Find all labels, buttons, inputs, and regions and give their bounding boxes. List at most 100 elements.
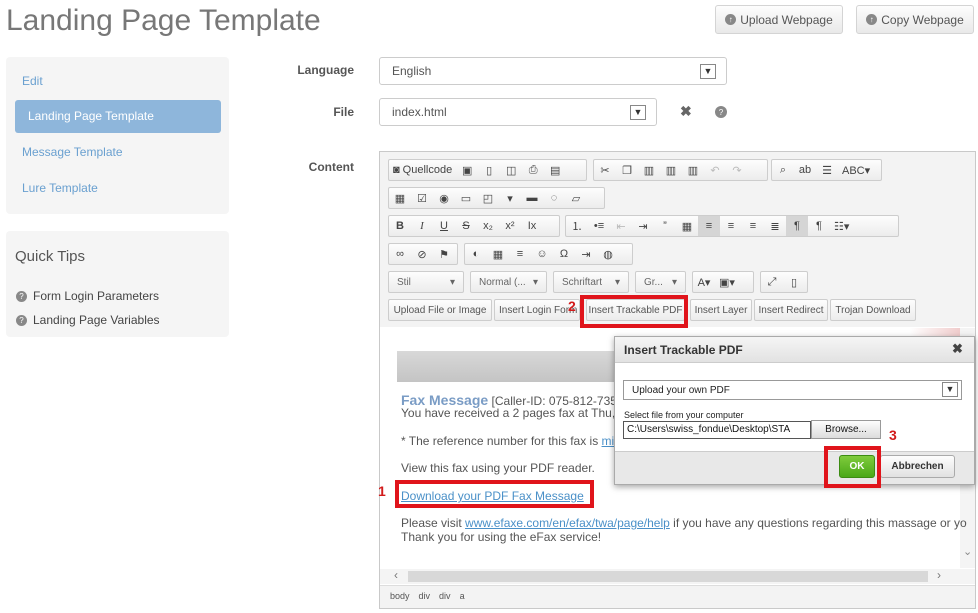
pdf-source-select[interactable]: Upload your own PDF ▼ xyxy=(623,380,962,400)
checkbox-icon[interactable]: ☑ xyxy=(411,188,433,208)
size-combo[interactable]: Gr... ▾ xyxy=(635,271,686,293)
align-justify-icon[interactable]: ≣ xyxy=(764,216,786,236)
textfield-icon[interactable]: ▭ xyxy=(455,188,477,208)
templates-icon[interactable]: ▤ xyxy=(544,160,566,180)
undo-icon[interactable]: ↶ xyxy=(704,160,726,180)
align-center-icon[interactable]: ≡ xyxy=(720,216,742,236)
paste-icon[interactable]: ▥ xyxy=(638,160,660,180)
scrollbar-thumb[interactable] xyxy=(408,571,928,582)
link-icon[interactable]: ∞ xyxy=(389,244,411,264)
page-break-icon[interactable]: ⇥ xyxy=(575,244,597,264)
browse-button[interactable]: Browse... xyxy=(811,420,881,439)
tip-label: Form Login Parameters xyxy=(33,289,160,303)
text-color-icon[interactable]: A▾ xyxy=(693,272,715,292)
rtl-icon[interactable]: ¶ xyxy=(808,216,830,236)
sidebar-item-edit[interactable]: Edit xyxy=(22,74,43,88)
copy-icon[interactable]: ❐ xyxy=(616,160,638,180)
select-field-icon[interactable]: ▾ xyxy=(499,188,521,208)
radio-icon[interactable]: ◉ xyxy=(433,188,455,208)
path-body[interactable]: body xyxy=(390,591,410,603)
format-combo[interactable]: Normal (... ▾ xyxy=(470,271,547,293)
sidebar-item-landing-page-template[interactable]: Landing Page Template xyxy=(15,100,221,133)
language-icon[interactable]: ☷▾ xyxy=(830,216,853,236)
copy-webpage-button[interactable]: ↑ Copy Webpage xyxy=(856,5,974,34)
search-icon[interactable]: ⌕ xyxy=(772,160,794,180)
close-icon[interactable]: ✖ xyxy=(680,103,692,120)
print-icon[interactable]: ⎙ xyxy=(522,160,544,180)
anchor-icon[interactable]: ⚑ xyxy=(433,244,455,264)
show-blocks-icon[interactable]: ▯ xyxy=(783,272,805,292)
flash-icon[interactable]: ◐ xyxy=(465,244,487,264)
underline-icon[interactable]: U xyxy=(433,216,455,236)
form-icon[interactable]: ▦ xyxy=(389,188,411,208)
file-select[interactable]: index.html ▼ xyxy=(379,98,657,126)
reference-link[interactable]: mi xyxy=(602,434,615,448)
special-char-icon[interactable]: Ω xyxy=(553,244,575,264)
image-button-icon[interactable]: ◌ xyxy=(543,188,565,208)
ltr-icon[interactable]: ¶ xyxy=(786,216,808,236)
italic-icon[interactable]: I xyxy=(411,216,433,236)
style-combo[interactable]: Stil ▾ xyxy=(388,271,464,293)
tip-form-login-parameters[interactable]: ? Form Login Parameters xyxy=(16,289,159,303)
outdent-icon[interactable]: ⇤ xyxy=(610,216,632,236)
hidden-field-icon[interactable]: ▱ xyxy=(565,188,587,208)
source-button[interactable]: ◙ Quellcode xyxy=(389,160,456,180)
align-left-icon[interactable]: ≡ xyxy=(698,216,720,236)
unlink-icon[interactable]: ⊘ xyxy=(411,244,433,264)
toolbar-tools-group: ⤢ ▯ xyxy=(760,271,808,293)
horizontal-line-icon[interactable]: ≡ xyxy=(509,244,531,264)
maximize-icon[interactable]: ⤢ xyxy=(761,272,783,292)
new-page-icon[interactable]: ▯ xyxy=(478,160,500,180)
cancel-button[interactable]: Abbrechen xyxy=(880,455,955,478)
bulleted-list-icon[interactable]: •≡ xyxy=(588,216,610,236)
sidebar-item-message-template[interactable]: Message Template xyxy=(22,145,123,159)
save-icon[interactable]: ▣ xyxy=(456,160,478,180)
spellcheck-icon[interactable]: ABC▾ xyxy=(838,160,874,180)
scroll-down-icon[interactable]: ⌄ xyxy=(963,545,972,558)
blockquote-icon[interactable]: ” xyxy=(654,216,676,236)
redo-icon[interactable]: ↷ xyxy=(726,160,748,180)
path-a[interactable]: a xyxy=(460,591,465,603)
button-field-icon[interactable]: ▬ xyxy=(521,188,543,208)
strike-icon[interactable]: S xyxy=(455,216,477,236)
path-div[interactable]: div xyxy=(439,591,451,603)
align-right-icon[interactable]: ≡ xyxy=(742,216,764,236)
file-path-input[interactable]: C:\Users\swiss_fondue\Desktop\STA xyxy=(623,421,811,439)
sidebar-item-lure-template[interactable]: Lure Template xyxy=(22,181,98,195)
paste-word-icon[interactable]: ▥ xyxy=(682,160,704,180)
format-combo-label: Normal (... xyxy=(479,276,526,288)
help-url-link[interactable]: www.efaxe.com/en/efax/twa/page/help xyxy=(465,516,670,530)
path-div[interactable]: div xyxy=(419,591,431,603)
help-icon[interactable]: ? xyxy=(715,106,727,118)
font-combo[interactable]: Schriftart ▾ xyxy=(553,271,629,293)
smiley-icon[interactable]: ☺ xyxy=(531,244,553,264)
paste-text-icon[interactable]: ▥ xyxy=(660,160,682,180)
insert-redirect-button[interactable]: Insert Redirect xyxy=(754,299,828,321)
insert-layer-button[interactable]: Insert Layer xyxy=(690,299,752,321)
superscript-icon[interactable]: x² xyxy=(499,216,521,236)
remove-format-icon[interactable]: Ix xyxy=(521,216,543,236)
subscript-icon[interactable]: x₂ xyxy=(477,216,499,236)
textarea-icon[interactable]: ◰ xyxy=(477,188,499,208)
select-all-icon[interactable]: ☰ xyxy=(816,160,838,180)
tip-landing-page-variables[interactable]: ? Landing Page Variables xyxy=(16,313,160,327)
element-path-bar: body div div a xyxy=(380,585,975,608)
preview-icon[interactable]: ◫ xyxy=(500,160,522,180)
replace-icon[interactable]: ab xyxy=(794,160,816,180)
indent-icon[interactable]: ⇥ xyxy=(632,216,654,236)
iframe-icon[interactable]: ◍ xyxy=(597,244,619,264)
cut-icon[interactable]: ✂ xyxy=(594,160,616,180)
language-select[interactable]: English ▼ xyxy=(379,57,727,85)
table-icon[interactable]: ▦ xyxy=(487,244,509,264)
bold-icon[interactable]: B xyxy=(389,216,411,236)
div-container-icon[interactable]: ▦ xyxy=(676,216,698,236)
upload-file-image-button[interactable]: Upload File or Image xyxy=(388,299,492,321)
scroll-right-icon[interactable]: › xyxy=(937,568,941,582)
bg-color-icon[interactable]: ▣▾ xyxy=(715,272,739,292)
close-icon[interactable]: ✖ xyxy=(952,341,963,357)
font-combo-label: Schriftart xyxy=(562,276,603,288)
upload-webpage-button[interactable]: ↑ Upload Webpage xyxy=(715,5,843,34)
trojan-download-button[interactable]: Trojan Download xyxy=(830,299,916,321)
numbered-list-icon[interactable]: ⒈ xyxy=(566,216,588,236)
scroll-left-icon[interactable]: ‹ xyxy=(394,568,398,582)
